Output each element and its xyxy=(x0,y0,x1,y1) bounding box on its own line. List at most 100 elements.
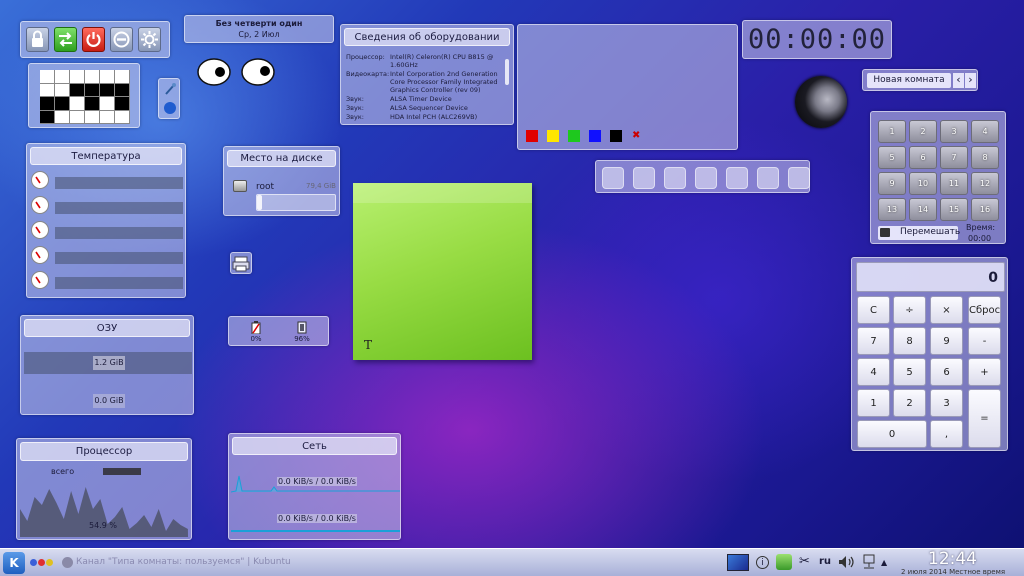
puzzle-tile[interactable]: 7 xyxy=(940,146,968,169)
battery-widget[interactable]: 0% 96% xyxy=(228,316,329,346)
pixel-cell[interactable] xyxy=(70,97,84,110)
puzzle-tile[interactable]: 16 xyxy=(971,198,999,221)
kde-menu-icon[interactable]: K xyxy=(3,552,25,574)
puzzle-tile[interactable]: 6 xyxy=(909,146,937,169)
quick-launch-icon[interactable] xyxy=(788,167,810,189)
klipper-icon[interactable]: ✂ xyxy=(799,554,813,570)
scribble-panel[interactable]: ✖ xyxy=(517,24,738,150)
pixel-cell[interactable] xyxy=(55,83,69,96)
key-7[interactable]: 7 xyxy=(857,327,890,355)
pixel-grid[interactable] xyxy=(40,70,130,124)
settings-icon[interactable] xyxy=(138,27,161,52)
color-swatch[interactable] xyxy=(568,130,580,142)
pixel-cell[interactable] xyxy=(70,110,84,123)
key-clear[interactable]: C xyxy=(857,296,890,324)
quick-launch-icon[interactable] xyxy=(664,167,686,189)
pixel-cell[interactable] xyxy=(115,110,129,123)
disk-name[interactable]: root xyxy=(256,182,274,192)
quick-launch-icon[interactable] xyxy=(757,167,779,189)
key-3[interactable]: 3 xyxy=(930,389,963,417)
timer-widget[interactable]: 00:00:00 xyxy=(742,20,892,59)
key-9[interactable]: 9 xyxy=(930,327,963,355)
key-1[interactable]: 1 xyxy=(857,389,890,417)
network-icon[interactable] xyxy=(862,554,876,570)
puzzle-tile[interactable]: 3 xyxy=(940,120,968,143)
printer-widget[interactable] xyxy=(230,252,252,274)
pixel-cell[interactable] xyxy=(55,110,69,123)
eyedropper-icon[interactable] xyxy=(163,82,177,96)
clock-time[interactable]: 12:44 xyxy=(928,549,977,569)
color-swatch[interactable] xyxy=(547,130,559,142)
pixel-cell[interactable] xyxy=(115,70,129,83)
quick-launch-icon[interactable] xyxy=(602,167,624,189)
shuffle-button[interactable]: Перемешать xyxy=(878,226,960,240)
activity-prev-button[interactable]: ‹ xyxy=(953,73,964,88)
picked-color-swatch[interactable] xyxy=(164,102,176,114)
key-minus[interactable]: - xyxy=(968,327,1001,355)
keyboard-layout[interactable]: ru xyxy=(819,556,831,567)
switch-user-icon[interactable] xyxy=(54,27,77,52)
puzzle-tile[interactable]: 10 xyxy=(909,172,937,195)
key-reset[interactable]: Сброс xyxy=(968,296,1001,324)
pixel-cell[interactable] xyxy=(55,70,69,83)
key-2[interactable]: 2 xyxy=(893,389,926,417)
info-icon[interactable]: i xyxy=(756,556,769,569)
activity-name[interactable]: Новая комната xyxy=(867,73,951,88)
puzzle-tile[interactable]: 13 xyxy=(878,198,906,221)
key-multiply[interactable]: × xyxy=(930,296,963,324)
puzzle-tile[interactable]: 11 xyxy=(940,172,968,195)
volume-icon[interactable] xyxy=(838,555,856,569)
quick-launch-icon[interactable] xyxy=(633,167,655,189)
power-icon[interactable] xyxy=(82,27,105,52)
puzzle-tile[interactable]: 4 xyxy=(971,120,999,143)
updates-icon[interactable] xyxy=(776,554,792,570)
pixel-cell[interactable] xyxy=(115,83,129,96)
activity-dots-icon[interactable] xyxy=(30,559,54,567)
pixel-cell[interactable] xyxy=(100,110,114,123)
key-0[interactable]: 0 xyxy=(857,420,927,448)
key-6[interactable]: 6 xyxy=(930,358,963,386)
pixel-cell[interactable] xyxy=(70,70,84,83)
puzzle-tile[interactable]: 12 xyxy=(971,172,999,195)
key-4[interactable]: 4 xyxy=(857,358,890,386)
desktop-pager-icon[interactable] xyxy=(727,554,749,571)
pixel-cell[interactable] xyxy=(85,97,99,110)
text-format-icon[interactable]: T xyxy=(364,338,372,352)
key-8[interactable]: 8 xyxy=(893,327,926,355)
pixel-cell[interactable] xyxy=(115,97,129,110)
key-divide[interactable]: ÷ xyxy=(893,296,926,324)
puzzle-tile[interactable]: 15 xyxy=(940,198,968,221)
pixel-cell[interactable] xyxy=(100,97,114,110)
activity-next-button[interactable]: › xyxy=(965,73,976,88)
color-swatch[interactable] xyxy=(589,130,601,142)
color-swatch[interactable] xyxy=(610,130,622,142)
lock-icon[interactable] xyxy=(26,27,49,52)
pixel-cell[interactable] xyxy=(100,70,114,83)
hardware-info-scrollbar[interactable] xyxy=(505,59,509,85)
pixel-cell[interactable] xyxy=(70,83,84,96)
pixel-cell[interactable] xyxy=(40,97,54,110)
pixel-cell[interactable] xyxy=(40,83,54,96)
puzzle-tile[interactable]: 14 xyxy=(909,198,937,221)
quick-launch-icon[interactable] xyxy=(726,167,748,189)
pixel-cell[interactable] xyxy=(100,83,114,96)
puzzle-tile[interactable]: 9 xyxy=(878,172,906,195)
pixel-cell[interactable] xyxy=(40,110,54,123)
puzzle-tile[interactable]: 8 xyxy=(971,146,999,169)
logout-icon[interactable] xyxy=(110,27,133,52)
puzzle-tile[interactable]: 1 xyxy=(878,120,906,143)
tray-expand-icon[interactable]: ▲ xyxy=(881,558,887,567)
hardware-info-list[interactable]: Процессор: Intel(R) Celeron(R) CPU B815 @… xyxy=(346,53,504,123)
task-button[interactable]: Канал "Типа комнаты: пользуемся" | Kubun… xyxy=(76,557,306,567)
pixel-cell[interactable] xyxy=(85,83,99,96)
puzzle-tile[interactable]: 5 xyxy=(878,146,906,169)
clear-icon[interactable]: ✖ xyxy=(632,130,644,142)
color-swatch[interactable] xyxy=(526,130,538,142)
date-widget[interactable]: Без четверти один Ср, 2 Июл xyxy=(184,15,334,43)
quick-launch-icon[interactable] xyxy=(695,167,717,189)
pixel-cell[interactable] xyxy=(40,70,54,83)
pixel-cell[interactable] xyxy=(85,70,99,83)
sticky-note[interactable]: T xyxy=(353,183,532,360)
key-plus[interactable]: + xyxy=(968,358,1001,386)
pixel-cell[interactable] xyxy=(55,97,69,110)
